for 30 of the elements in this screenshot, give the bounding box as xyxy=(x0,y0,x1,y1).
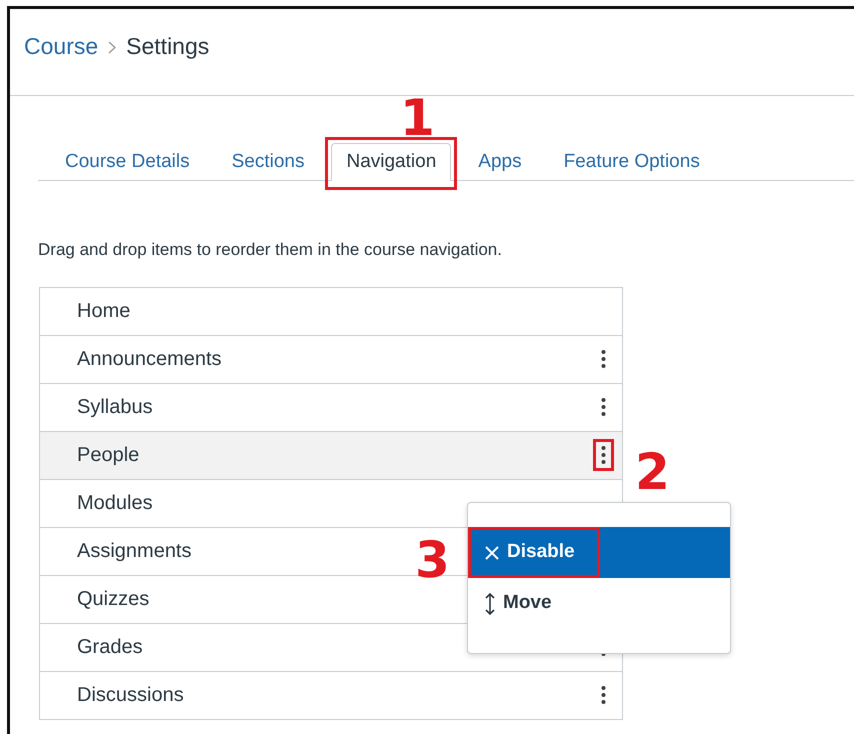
menu-item[interactable]: Move xyxy=(468,578,730,629)
nav-item[interactable]: Assignments xyxy=(77,540,192,562)
close-icon xyxy=(485,546,499,560)
kebab-menu-icon[interactable] xyxy=(601,685,606,705)
instruction-text: Drag and drop items to reorder them in the course navigation. xyxy=(38,239,503,261)
breadcrumb-current: Settings xyxy=(126,32,210,61)
step-number: 3 xyxy=(415,535,450,585)
breadcrumb-link[interactable]: Course xyxy=(24,29,98,64)
tab[interactable]: Apps xyxy=(463,143,537,181)
nav-item[interactable]: Grades xyxy=(77,636,143,658)
chevron-right-icon xyxy=(108,41,116,54)
tab[interactable]: Course Details xyxy=(50,143,205,181)
highlight-frame: Disable xyxy=(468,527,600,578)
nav-item[interactable]: People xyxy=(77,444,140,466)
nav-item[interactable]: Home xyxy=(77,300,130,322)
kebab-menu-icon[interactable] xyxy=(601,349,606,369)
kebab-menu-icon[interactable] xyxy=(601,445,606,465)
nav-item[interactable]: Discussions xyxy=(77,684,184,706)
step-number: 2 xyxy=(635,447,670,497)
nav-item[interactable]: Modules xyxy=(77,492,153,514)
nav-item[interactable]: Quizzes xyxy=(77,588,150,610)
step-number: 1 xyxy=(400,93,435,143)
tab[interactable]: Navigation xyxy=(331,143,452,181)
nav-item[interactable]: Syllabus xyxy=(77,396,153,418)
nav-item[interactable]: Announcements xyxy=(77,348,222,370)
tab[interactable]: Feature Options xyxy=(548,143,715,181)
menu-item[interactable]: Disable xyxy=(468,527,730,578)
kebab-menu-icon[interactable] xyxy=(601,397,606,417)
vertical-arrows-icon xyxy=(485,592,495,614)
tab[interactable]: Sections xyxy=(216,143,320,181)
